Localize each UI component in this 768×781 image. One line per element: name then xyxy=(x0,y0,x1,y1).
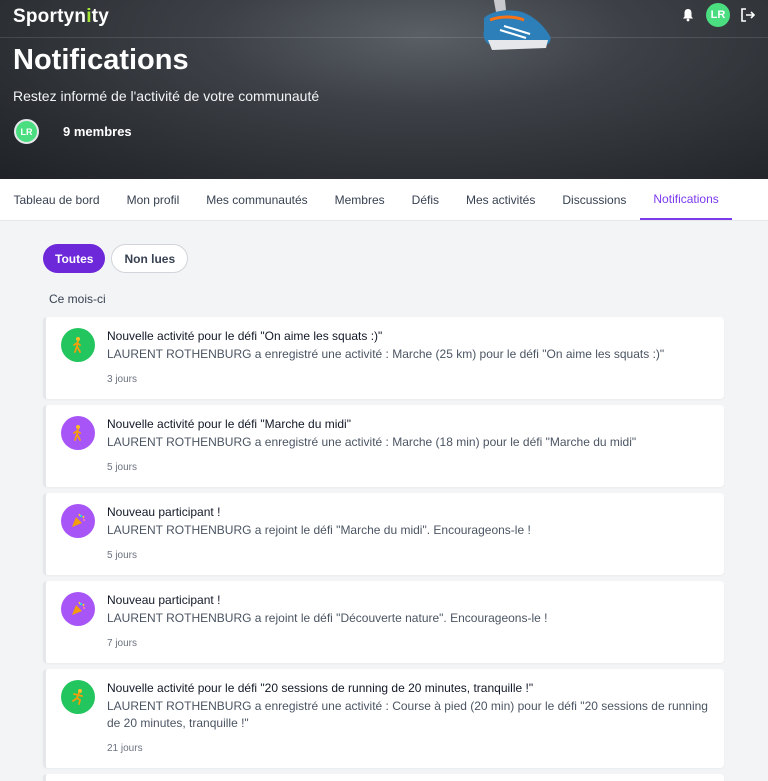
member-avatar: LR xyxy=(14,119,39,144)
user-avatar[interactable]: LR xyxy=(706,3,730,27)
tab-communities[interactable]: Mes communautés xyxy=(193,179,321,220)
notification-list: Nouvelle activité pour le défi "On aime … xyxy=(43,317,724,781)
header-banner: Sportynity LR Notifications Restez infor… xyxy=(0,0,768,179)
tab-notifications[interactable]: Notifications xyxy=(639,179,733,220)
notification-time: 5 jours xyxy=(107,550,138,561)
filter-unread-button[interactable]: Non lues xyxy=(111,244,189,273)
running-person-icon xyxy=(61,680,95,714)
divider xyxy=(0,37,768,38)
main-nav: Tableau de bord Mon profil Mes communaut… xyxy=(0,179,768,221)
tab-activities[interactable]: Mes activités xyxy=(453,179,549,220)
tab-dashboard[interactable]: Tableau de bord xyxy=(0,179,113,220)
notification-item[interactable]: Nouvelle activité pour le défi "Marche d… xyxy=(43,405,724,487)
notification-body: LAURENT ROTHENBURG a enregistré une acti… xyxy=(107,699,708,730)
filter-all-button[interactable]: Toutes xyxy=(43,244,106,273)
tab-challenges[interactable]: Défis xyxy=(398,179,452,220)
bell-icon[interactable] xyxy=(680,7,696,23)
notification-time: 5 jours xyxy=(107,462,138,473)
page-subtitle: Restez informé de l'activité de votre co… xyxy=(13,88,320,104)
notification-body: LAURENT ROTHENBURG a rejoint le défi "Dé… xyxy=(107,611,548,625)
brand-name-main: Sportyn xyxy=(13,6,87,27)
tab-profile[interactable]: Mon profil xyxy=(113,179,193,220)
notification-item[interactable]: Nouveau participant ! LAURENT ROTHENBURG… xyxy=(43,493,724,575)
notification-time: 21 jours xyxy=(107,743,143,754)
notification-title: Nouvelle activité pour le défi "On aime … xyxy=(107,329,383,343)
section-label: Ce mois-ci xyxy=(49,292,106,306)
notification-title: Nouveau participant ! xyxy=(107,505,221,519)
notification-time: 3 jours xyxy=(107,374,138,385)
walking-person-icon xyxy=(61,416,95,450)
notification-body: LAURENT ROTHENBURG a enregistré une acti… xyxy=(107,435,637,449)
members-count: 9 membres xyxy=(63,124,132,139)
notification-body: LAURENT ROTHENBURG a rejoint le défi "Ma… xyxy=(107,523,531,537)
logout-icon[interactable] xyxy=(740,7,756,23)
notification-item[interactable]: Nouvelle activité pour le défi "20 sessi… xyxy=(43,669,724,768)
tab-members[interactable]: Membres xyxy=(321,179,398,220)
notification-item[interactable]: Nouvelle activité pour le défi "On aime … xyxy=(43,317,724,399)
running-shoe-image xyxy=(483,0,551,50)
notification-title: Nouvelle activité pour le défi "Marche d… xyxy=(107,417,351,431)
celebration-icon xyxy=(61,592,95,626)
notification-time: 7 jours xyxy=(107,638,138,649)
top-icons: LR xyxy=(680,3,756,27)
filter-group: Toutes Non lues xyxy=(43,244,189,273)
notification-item[interactable]: Nouveau participant ! LAURENT ROTHENBURG… xyxy=(43,581,724,663)
walking-person-icon xyxy=(61,328,95,362)
brand-name-end: ty xyxy=(91,6,109,27)
notification-title: Nouvelle activité pour le défi "20 sessi… xyxy=(107,681,534,695)
members-row[interactable]: LR 9 membres xyxy=(14,119,132,144)
page-title: Notifications xyxy=(13,44,189,76)
brand-logo[interactable]: Sportynity xyxy=(13,6,109,28)
notification-title: Nouveau participant ! xyxy=(107,593,221,607)
notification-item[interactable] xyxy=(43,774,724,781)
celebration-icon xyxy=(61,504,95,538)
tab-discussions[interactable]: Discussions xyxy=(549,179,640,220)
notification-body: LAURENT ROTHENBURG a enregistré une acti… xyxy=(107,347,665,361)
